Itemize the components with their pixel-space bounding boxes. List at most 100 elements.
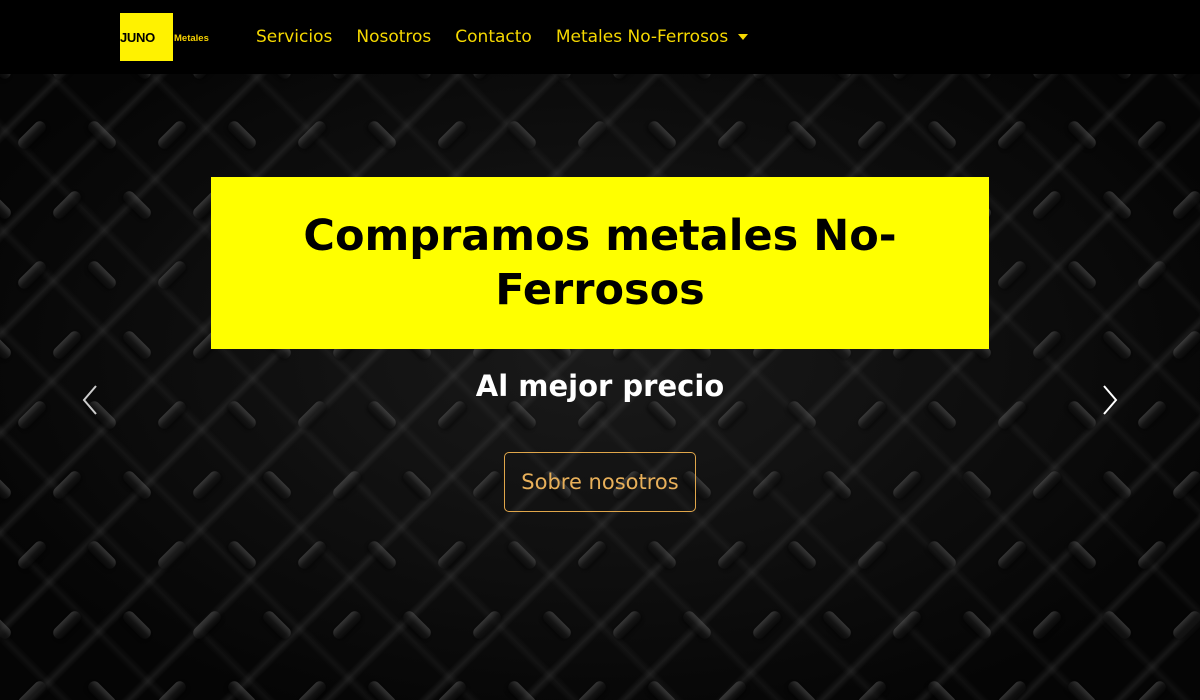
tread-texture [1170, 608, 1200, 642]
tread-texture [715, 118, 749, 152]
tread-texture [435, 118, 469, 152]
tread-texture [260, 608, 294, 642]
tread-texture [295, 118, 329, 152]
tread-texture [645, 398, 679, 432]
tread-texture [575, 398, 609, 432]
nav-link-contacto[interactable]: Contacto [455, 27, 532, 47]
tread-texture [1030, 328, 1064, 362]
nav-link-nosotros[interactable]: Nosotros [356, 27, 431, 47]
tread-texture [295, 538, 329, 572]
caret-down-icon [738, 34, 749, 40]
tread-texture [610, 608, 644, 642]
tread-texture [120, 74, 154, 82]
tread-texture [85, 118, 119, 152]
tread-texture [0, 608, 14, 642]
tread-texture [400, 74, 434, 82]
tread-texture [120, 188, 154, 222]
brand-logo[interactable]: JUNO Metales [120, 13, 210, 61]
tread-texture [960, 74, 994, 82]
tread-texture [645, 678, 679, 700]
tread-texture [715, 398, 749, 432]
hero-carousel: Compramos metales No-Ferrosos Al mejor p… [0, 74, 1200, 700]
tread-texture [715, 538, 749, 572]
tread-texture [505, 398, 539, 432]
logo-text-metales: Metales [173, 32, 210, 44]
headline-banner: Compramos metales No-Ferrosos [211, 177, 989, 349]
tread-texture [435, 538, 469, 572]
tread-texture [925, 538, 959, 572]
tread-texture [575, 678, 609, 700]
hero-headline: Compramos metales No-Ferrosos [303, 211, 897, 315]
tread-texture [995, 678, 1029, 700]
carousel-next-button[interactable] [1096, 380, 1124, 420]
tread-texture [1030, 608, 1064, 642]
tread-texture [225, 398, 259, 432]
tread-texture [855, 538, 889, 572]
tread-texture [750, 468, 784, 502]
tread-texture [540, 608, 574, 642]
tread-texture [365, 398, 399, 432]
tread-texture [540, 74, 574, 82]
tread-texture [505, 538, 539, 572]
tread-texture [1170, 468, 1200, 502]
tread-texture [995, 538, 1029, 572]
tread-texture [470, 468, 504, 502]
tread-texture [85, 258, 119, 292]
tread-texture [715, 678, 749, 700]
tread-texture [610, 74, 644, 82]
tread-texture [225, 118, 259, 152]
tread-texture [225, 538, 259, 572]
tread-texture [15, 258, 49, 292]
tread-texture [50, 608, 84, 642]
sobre-nosotros-button[interactable]: Sobre nosotros [504, 452, 696, 512]
tread-texture [260, 468, 294, 502]
tread-texture [785, 118, 819, 152]
tread-texture [400, 608, 434, 642]
tread-texture [645, 118, 679, 152]
nav-link-servicios[interactable]: Servicios [256, 27, 332, 47]
tread-texture [15, 398, 49, 432]
tread-texture [15, 118, 49, 152]
tread-texture [820, 468, 854, 502]
tread-texture [890, 74, 924, 82]
tread-texture [960, 608, 994, 642]
tread-texture [1170, 188, 1200, 222]
tread-texture [50, 468, 84, 502]
tread-texture [295, 678, 329, 700]
nav-dropdown-metales-no-ferrosos[interactable]: Metales No-Ferrosos [556, 27, 749, 47]
tread-texture [1135, 678, 1169, 700]
tread-texture [680, 608, 714, 642]
logo-text-juno: JUNO [120, 29, 155, 45]
tread-texture [575, 538, 609, 572]
tread-texture [995, 258, 1029, 292]
nav-link-label: Servicios [256, 27, 333, 47]
tread-texture [260, 74, 294, 82]
tread-texture [50, 74, 84, 82]
tread-texture [1170, 328, 1200, 362]
tread-texture [470, 608, 504, 642]
nav-links: Servicios Nosotros Contacto Metales No-F… [256, 0, 772, 74]
tread-texture [750, 608, 784, 642]
tread-texture [15, 678, 49, 700]
tread-texture [1030, 468, 1064, 502]
tread-texture [890, 608, 924, 642]
tread-texture [820, 608, 854, 642]
tread-texture [1100, 74, 1134, 82]
tread-texture [120, 328, 154, 362]
tread-texture [575, 118, 609, 152]
tread-texture [155, 538, 189, 572]
tread-texture [155, 398, 189, 432]
tread-texture [1100, 468, 1134, 502]
tread-texture [120, 468, 154, 502]
carousel-prev-button[interactable] [76, 380, 104, 420]
tread-texture [0, 188, 14, 222]
tread-texture [330, 468, 364, 502]
tread-texture [855, 118, 889, 152]
tread-texture [750, 74, 784, 82]
tread-texture [1100, 188, 1134, 222]
tread-texture [225, 678, 259, 700]
tread-texture [120, 608, 154, 642]
tread-texture [1065, 538, 1099, 572]
tread-texture [470, 74, 504, 82]
tread-texture [85, 538, 119, 572]
